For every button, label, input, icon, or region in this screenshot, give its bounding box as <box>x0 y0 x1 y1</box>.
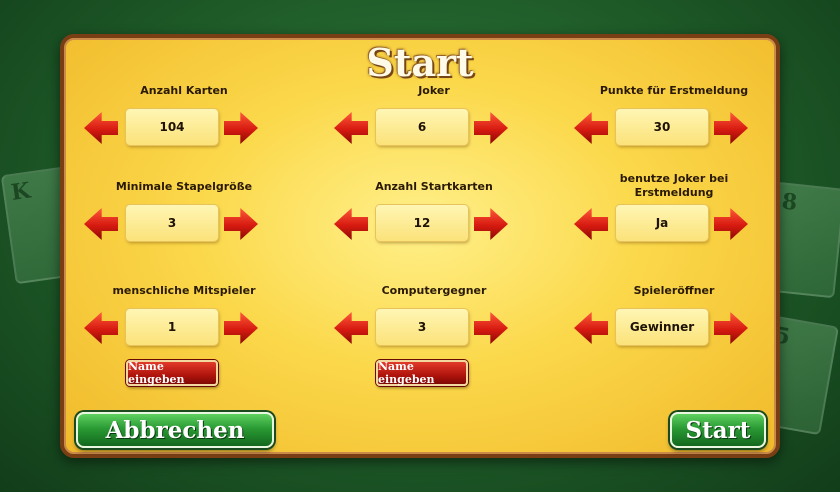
increase-arrow-icon[interactable] <box>474 312 508 344</box>
setting-value: 30 <box>616 109 708 145</box>
decrease-arrow-icon[interactable] <box>334 312 368 344</box>
setting-value: 1 <box>126 309 218 345</box>
setting-joker-first-meld: benutze Joker bei Erstmeldung Ja <box>574 172 774 241</box>
setting-card-count: Anzahl Karten 104 <box>84 84 284 145</box>
setting-value: 3 <box>126 205 218 241</box>
setting-value: 3 <box>376 309 468 345</box>
increase-arrow-icon[interactable] <box>714 312 748 344</box>
setting-label: Anzahl Startkarten <box>375 180 493 193</box>
setting-value: 104 <box>126 109 218 145</box>
setting-value: Gewinner <box>616 309 708 345</box>
increase-arrow-icon[interactable] <box>224 208 258 240</box>
setting-min-stack-size: Minimale Stapelgröße 3 <box>84 180 284 241</box>
increase-arrow-icon[interactable] <box>474 208 508 240</box>
decrease-arrow-icon[interactable] <box>334 112 368 144</box>
setting-computer-opponents: Computergegner 3 <box>334 284 534 345</box>
decrease-arrow-icon[interactable] <box>574 112 608 144</box>
increase-arrow-icon[interactable] <box>224 112 258 144</box>
setting-value: Ja <box>616 205 708 241</box>
setting-label: Joker <box>418 84 450 97</box>
setting-game-opener: Spieleröffner Gewinner <box>574 284 774 345</box>
enter-name-button[interactable]: Name eingeben <box>126 360 218 386</box>
page-title: Start <box>366 40 474 85</box>
increase-arrow-icon[interactable] <box>714 208 748 240</box>
setting-label: menschliche Mitspieler <box>112 284 256 297</box>
setting-human-players: menschliche Mitspieler 1 <box>84 284 284 345</box>
setting-start-cards: Anzahl Startkarten 12 <box>334 180 534 241</box>
decrease-arrow-icon[interactable] <box>574 208 608 240</box>
increase-arrow-icon[interactable] <box>714 112 748 144</box>
setting-value: 12 <box>376 205 468 241</box>
settings-panel: Start Anzahl Karten 104 Joker 6 Punkte f… <box>60 34 780 458</box>
enter-name-button[interactable]: Name eingeben <box>376 360 468 386</box>
setting-value: 6 <box>376 109 468 145</box>
decrease-arrow-icon[interactable] <box>84 208 118 240</box>
setting-label: Spieleröffner <box>633 284 715 297</box>
increase-arrow-icon[interactable] <box>224 312 258 344</box>
start-button[interactable]: Start <box>670 412 766 448</box>
decrease-arrow-icon[interactable] <box>84 112 118 144</box>
setting-label: Punkte für Erstmeldung <box>599 84 749 97</box>
increase-arrow-icon[interactable] <box>474 112 508 144</box>
decrease-arrow-icon[interactable] <box>334 208 368 240</box>
setting-label: Computergegner <box>381 284 487 297</box>
setting-first-meld-points: Punkte für Erstmeldung 30 <box>574 84 774 145</box>
decrease-arrow-icon[interactable] <box>574 312 608 344</box>
setting-joker: Joker 6 <box>334 84 534 145</box>
setting-label: Anzahl Karten <box>140 84 228 97</box>
cancel-button[interactable]: Abbrechen <box>76 412 274 448</box>
decrease-arrow-icon[interactable] <box>84 312 118 344</box>
setting-label: Minimale Stapelgröße <box>115 180 253 193</box>
setting-label: benutze Joker bei Erstmeldung <box>619 172 729 199</box>
